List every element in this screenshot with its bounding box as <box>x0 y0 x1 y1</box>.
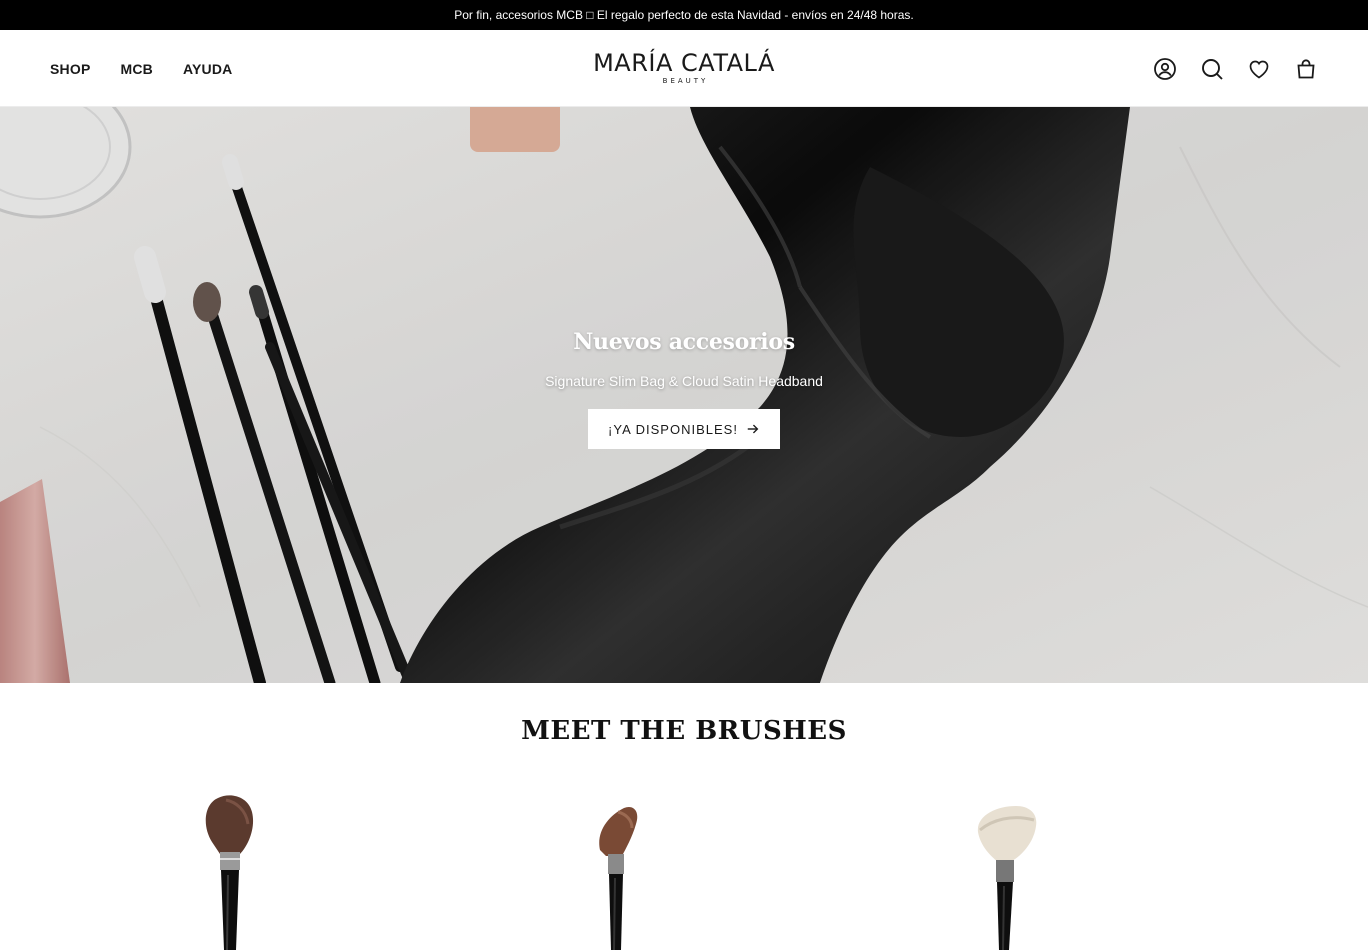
product-image <box>977 806 1037 950</box>
wishlist-heart-icon[interactable] <box>1246 56 1271 81</box>
nav-mcb[interactable]: MCB <box>120 61 152 77</box>
hero-subtitle: Signature Slim Bag & Cloud Satin Headban… <box>545 373 823 389</box>
announcement-bar: Por fin, accesorios MCB □ El regalo perf… <box>0 0 1368 30</box>
site-header: SHOP MCB AYUDA MARÍA CATALÁ BEAUTY <box>0 30 1368 107</box>
hero-cta-label: ¡YA DISPONIBLES! <box>608 421 738 437</box>
hero-content: Nuevos accesorios Signature Slim Bag & C… <box>484 329 884 449</box>
product-image <box>205 795 254 950</box>
product-image <box>599 806 638 950</box>
nav-shop[interactable]: SHOP <box>50 61 90 77</box>
section-title: MEET THE BRUSHES <box>521 716 847 746</box>
logo-subtitle: BEAUTY <box>662 77 709 85</box>
hero-title: Nuevos accesorios <box>573 329 795 355</box>
nav-ayuda[interactable]: AYUDA <box>183 61 233 77</box>
main-nav: SHOP MCB AYUDA <box>50 30 232 107</box>
arrow-right-icon <box>747 424 759 434</box>
account-icon[interactable] <box>1152 56 1177 81</box>
product-card-brush-2[interactable] <box>556 790 676 950</box>
cart-bag-icon[interactable] <box>1293 56 1318 81</box>
announcement-text: Por fin, accesorios MCB □ El regalo perf… <box>454 8 914 22</box>
header-icons <box>1152 30 1318 107</box>
logo-wordmark: MARÍA CATALÁ <box>593 49 775 77</box>
search-icon[interactable] <box>1199 56 1224 81</box>
product-grid <box>0 790 1368 950</box>
product-card-brush-3[interactable] <box>946 790 1066 950</box>
product-card-brush-1[interactable] <box>168 790 288 950</box>
hero-cta-button[interactable]: ¡YA DISPONIBLES! <box>588 409 780 449</box>
hero-banner[interactable]: Nuevos accesorios Signature Slim Bag & C… <box>0 107 1368 683</box>
brand-logo[interactable]: MARÍA CATALÁ BEAUTY <box>584 50 784 90</box>
